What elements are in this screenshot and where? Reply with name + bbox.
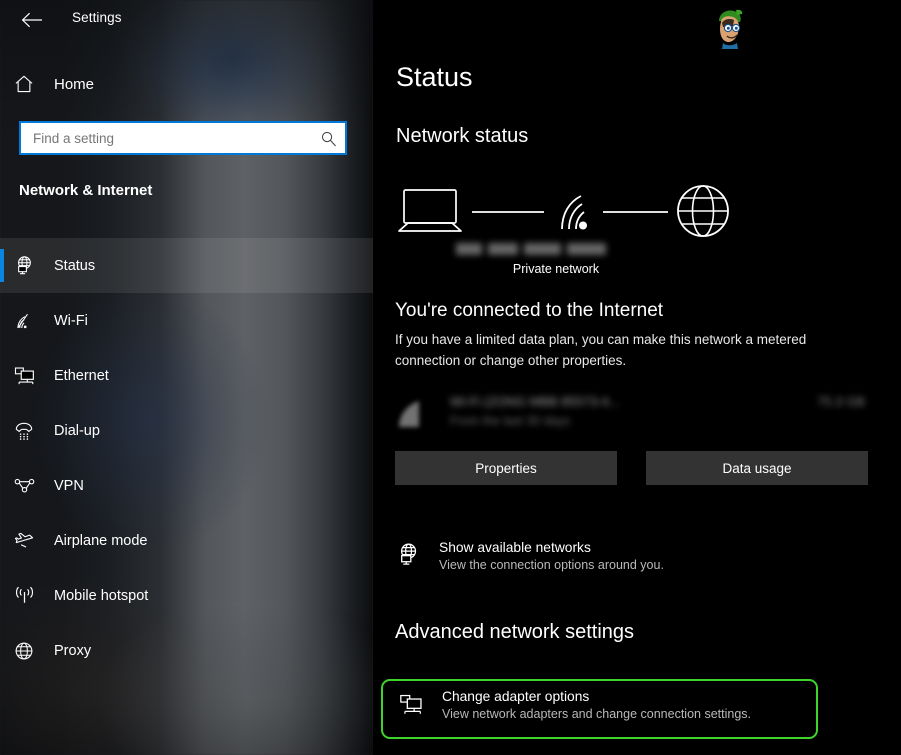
laptop-icon — [398, 189, 462, 232]
usage-network-name: Wi-Fi (ZONG MBB 85573-4... — [450, 394, 620, 409]
dialup-phone-icon — [0, 420, 48, 442]
sidebar-home-label: Home — [54, 75, 95, 93]
sidebar: Settings Home Networ — [0, 0, 373, 755]
link-description: View network adapters and change connect… — [442, 707, 751, 721]
sidebar-category-title: Network & Internet — [19, 182, 153, 199]
airplane-icon — [0, 529, 48, 552]
data-usage-button[interactable]: Data usage — [646, 451, 868, 485]
globe-icon — [677, 185, 729, 237]
show-available-networks-link[interactable]: Show available networks View the connect… — [395, 540, 835, 572]
sidebar-item-mobile-hotspot[interactable]: Mobile hotspot — [0, 568, 373, 623]
link-title: Show available networks — [439, 540, 591, 555]
wifi-icon — [0, 310, 48, 332]
search-input[interactable] — [21, 130, 311, 146]
sidebar-item-label: Ethernet — [54, 367, 109, 384]
back-arrow-icon — [21, 12, 42, 28]
data-usage-summary: Wi-Fi (ZONG MBB 85573-4... From the last… — [395, 392, 865, 438]
sidebar-item-label: Proxy — [54, 642, 92, 659]
sidebar-item-wifi[interactable]: Wi-Fi — [0, 293, 373, 348]
wifi-usage-icon — [395, 398, 429, 430]
sidebar-item-proxy[interactable]: Proxy — [0, 623, 373, 678]
sidebar-item-home[interactable]: Home — [0, 67, 373, 101]
network-ssid-redacted — [456, 243, 606, 255]
sidebar-item-label: VPN — [54, 477, 84, 494]
sidebar-item-ethernet[interactable]: Ethernet — [0, 348, 373, 403]
hotspot-icon — [0, 584, 48, 607]
network-status-heading: Network status — [396, 125, 529, 147]
ethernet-icon — [0, 364, 48, 387]
globe-icon — [0, 640, 48, 662]
sidebar-item-label: Airplane mode — [54, 532, 148, 549]
ethernet-icon — [398, 689, 442, 717]
home-icon — [0, 73, 48, 95]
window-title: Settings — [72, 10, 122, 25]
properties-button[interactable]: Properties — [395, 451, 617, 485]
settings-window: Settings Home Networ — [0, 0, 901, 755]
sidebar-item-status[interactable]: Status — [0, 238, 373, 293]
mascot-logo — [706, 4, 754, 52]
title-bar: Settings — [0, 0, 373, 40]
sidebar-item-airplane-mode[interactable]: Airplane mode — [0, 513, 373, 568]
sidebar-item-label: Mobile hotspot — [54, 587, 149, 604]
network-map-caption: Private network — [512, 262, 600, 276]
network-status-icon — [0, 255, 48, 277]
sidebar-item-label: Dial-up — [54, 422, 100, 439]
vpn-icon — [0, 474, 48, 497]
link-title: Change adapter options — [442, 689, 590, 704]
action-buttons: Properties Data usage — [395, 451, 868, 485]
usage-period: From the last 30 days — [450, 414, 571, 428]
advanced-settings-heading: Advanced network settings — [395, 621, 635, 643]
connection-description: If you have a limited data plan, you can… — [395, 332, 807, 368]
wifi-signal-icon — [561, 195, 587, 230]
sidebar-item-vpn[interactable]: VPN — [0, 458, 373, 513]
change-adapter-options-link[interactable]: Change adapter options View network adap… — [398, 689, 818, 721]
sidebar-item-dialup[interactable]: Dial-up — [0, 403, 373, 458]
usage-amount: 75.3 GB — [817, 394, 865, 409]
search-icon[interactable] — [311, 130, 345, 147]
sidebar-nav: Status Wi-Fi Ethernet Dial-up VPN Airpla… — [0, 238, 373, 678]
sidebar-item-label: Wi-Fi — [54, 312, 88, 329]
page-title: Status — [396, 62, 473, 92]
search-box[interactable] — [19, 121, 347, 155]
network-status-icon — [395, 540, 439, 568]
link-description: View the connection options around you. — [439, 558, 664, 572]
back-button[interactable] — [17, 5, 47, 35]
sidebar-item-label: Status — [54, 257, 96, 274]
connection-heading: You're connected to the Internet — [395, 300, 664, 321]
main-content: Status Network status Private network Yo… — [376, 0, 901, 755]
